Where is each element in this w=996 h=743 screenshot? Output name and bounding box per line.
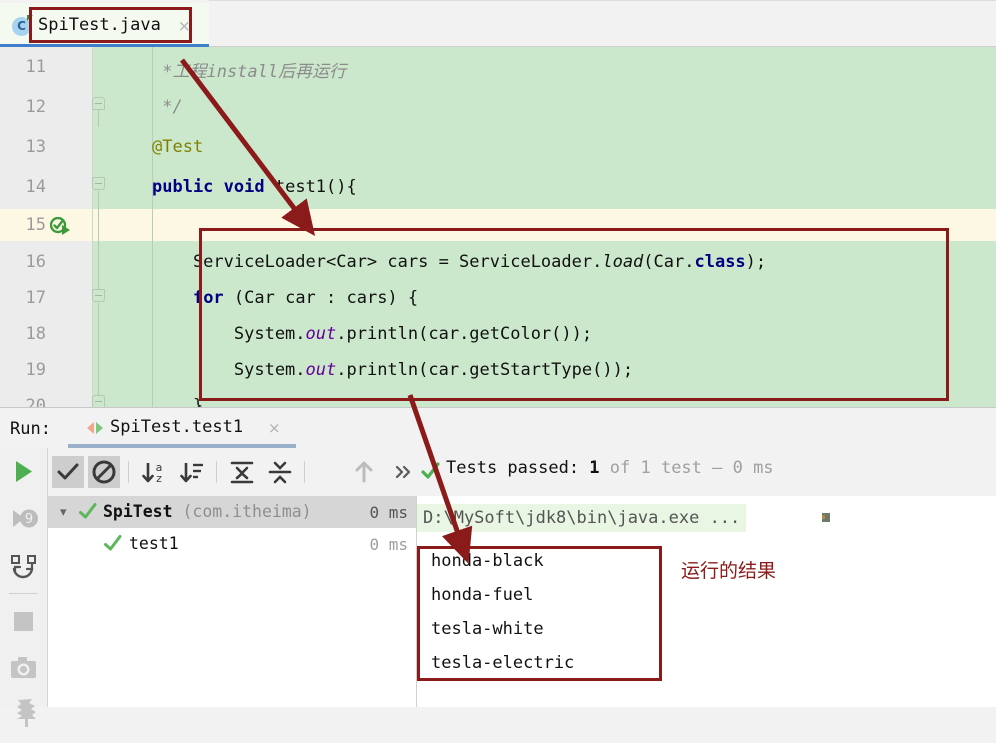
line-number: 15 bbox=[0, 215, 46, 235]
line-number: 17 bbox=[0, 288, 46, 308]
test-status-text: Tests passed: 1 of 1 test – 0 ms bbox=[446, 458, 774, 478]
svg-text:9: 9 bbox=[25, 512, 33, 527]
console-output[interactable]: D:\MySoft\jdk8\bin\java.exe ... honda-bl… bbox=[417, 496, 996, 707]
test-duration: 0 ms bbox=[369, 503, 408, 522]
annotation-result-note: 运行的结果 bbox=[681, 556, 776, 583]
run-configuration-tab[interactable]: SpiTest.test1 × bbox=[78, 407, 296, 445]
console-folding-marker[interactable] bbox=[822, 513, 830, 522]
sidebar-divider bbox=[9, 593, 38, 594]
code-line: *工程install后再运行 bbox=[152, 57, 346, 82]
run-sidebar: 9 bbox=[0, 448, 47, 707]
sort-duration-icon[interactable] bbox=[176, 456, 208, 488]
line-number: 16 bbox=[0, 252, 46, 272]
console-output-line: honda-black bbox=[431, 551, 544, 571]
code-line: */ bbox=[152, 97, 183, 117]
fold-marker-down[interactable] bbox=[92, 177, 106, 191]
code-line: } bbox=[152, 396, 203, 407]
tests-passed-label: Tests passed: bbox=[446, 458, 589, 478]
java-class-icon-letter: C bbox=[17, 19, 26, 33]
test-class-name: SpiTest (com.itheima) bbox=[103, 502, 312, 521]
toolbar-separator bbox=[216, 461, 217, 483]
camera-icon[interactable] bbox=[0, 645, 47, 692]
tests-passed-count: 1 bbox=[589, 458, 599, 478]
line-number: 18 bbox=[0, 324, 46, 344]
close-icon[interactable]: × bbox=[268, 419, 281, 437]
tabbar-top-divider bbox=[209, 0, 996, 1]
fold-stem bbox=[98, 303, 99, 398]
code-line: System.out.println(car.getColor()); bbox=[152, 324, 592, 344]
stop-button[interactable] bbox=[0, 598, 47, 645]
console-output-line: tesla-electric bbox=[431, 653, 574, 673]
test-result-tree[interactable]: ▾ SpiTest (com.itheima) 0 ms test1 0 ms bbox=[48, 496, 416, 707]
check-green-icon bbox=[78, 502, 97, 521]
console-output-line: tesla-white bbox=[431, 619, 544, 639]
tests-passed-detail: of 1 test – 0 ms bbox=[600, 458, 774, 478]
code-editor[interactable]: 11 12 13 14 15 16 17 18 19 20 *工程install… bbox=[0, 47, 996, 407]
code-line: ServiceLoader<Car> cars = ServiceLoader.… bbox=[152, 252, 766, 272]
line-number: 11 bbox=[0, 57, 46, 77]
code-line: @Test bbox=[152, 137, 203, 157]
check-green-icon bbox=[103, 534, 122, 553]
chevron-double-right-icon[interactable] bbox=[386, 456, 418, 488]
line-number: 19 bbox=[0, 360, 46, 380]
rerun-failed-icon[interactable]: 9 bbox=[0, 495, 47, 542]
line-number: 14 bbox=[0, 177, 46, 197]
line-number: 20 bbox=[0, 396, 46, 407]
test-class-package: (com.itheima) bbox=[173, 502, 312, 521]
run-config-icon bbox=[86, 420, 104, 434]
console-output-line: honda-fuel bbox=[431, 585, 533, 605]
code-line: public void test1(){ bbox=[152, 177, 357, 197]
check-green-icon bbox=[420, 461, 440, 481]
test-method-name: test1 bbox=[129, 534, 179, 553]
editor-tab-bar: C SpiTest.java × bbox=[0, 0, 996, 47]
run-panel-label: Run: bbox=[10, 419, 51, 439]
svg-text:z: z bbox=[156, 472, 162, 485]
test-status-line: Tests passed: 1 of 1 test – 0 ms bbox=[416, 448, 996, 496]
code-line: System.out.println(car.getStartType()); bbox=[152, 360, 633, 380]
test-duration: 0 ms bbox=[369, 535, 408, 554]
code-line: for (Car car : cars) { bbox=[152, 288, 418, 308]
table-row[interactable]: ▾ SpiTest (com.itheima) 0 ms bbox=[48, 496, 416, 528]
line-number: 13 bbox=[0, 137, 46, 157]
auto-test-icon[interactable] bbox=[0, 542, 47, 589]
arrow-up-icon[interactable] bbox=[348, 456, 380, 488]
fold-marker-up[interactable] bbox=[92, 97, 106, 111]
console-command-line: D:\MySoft\jdk8\bin\java.exe ... bbox=[417, 504, 746, 532]
caret-line-highlight bbox=[0, 209, 996, 241]
run-tool-window: Run: SpiTest.test1 × 9 bbox=[0, 407, 996, 707]
sort-alpha-icon[interactable]: a z bbox=[138, 456, 170, 488]
expand-all-icon[interactable] bbox=[226, 456, 258, 488]
chevron-down-icon[interactable]: ▾ bbox=[60, 505, 67, 520]
fold-stem bbox=[98, 191, 99, 301]
fold-marker-down[interactable] bbox=[92, 289, 106, 303]
line-number: 12 bbox=[0, 97, 46, 117]
fold-marker-up[interactable] bbox=[92, 395, 106, 407]
pin-icon[interactable] bbox=[0, 692, 47, 739]
test-class-label: SpiTest bbox=[103, 502, 173, 521]
annotation-box-tab bbox=[29, 7, 192, 43]
run-config-tab-label: SpiTest.test1 bbox=[110, 417, 243, 437]
rerun-button[interactable] bbox=[0, 448, 47, 495]
show-passed-toggle[interactable] bbox=[52, 456, 84, 488]
toolbar-separator bbox=[128, 461, 129, 483]
show-ignored-toggle[interactable] bbox=[88, 456, 120, 488]
table-row[interactable]: test1 0 ms bbox=[48, 528, 416, 560]
run-test-gutter-icon[interactable] bbox=[50, 217, 72, 237]
collapse-all-icon[interactable] bbox=[264, 456, 296, 488]
toolbar-separator bbox=[304, 461, 305, 483]
